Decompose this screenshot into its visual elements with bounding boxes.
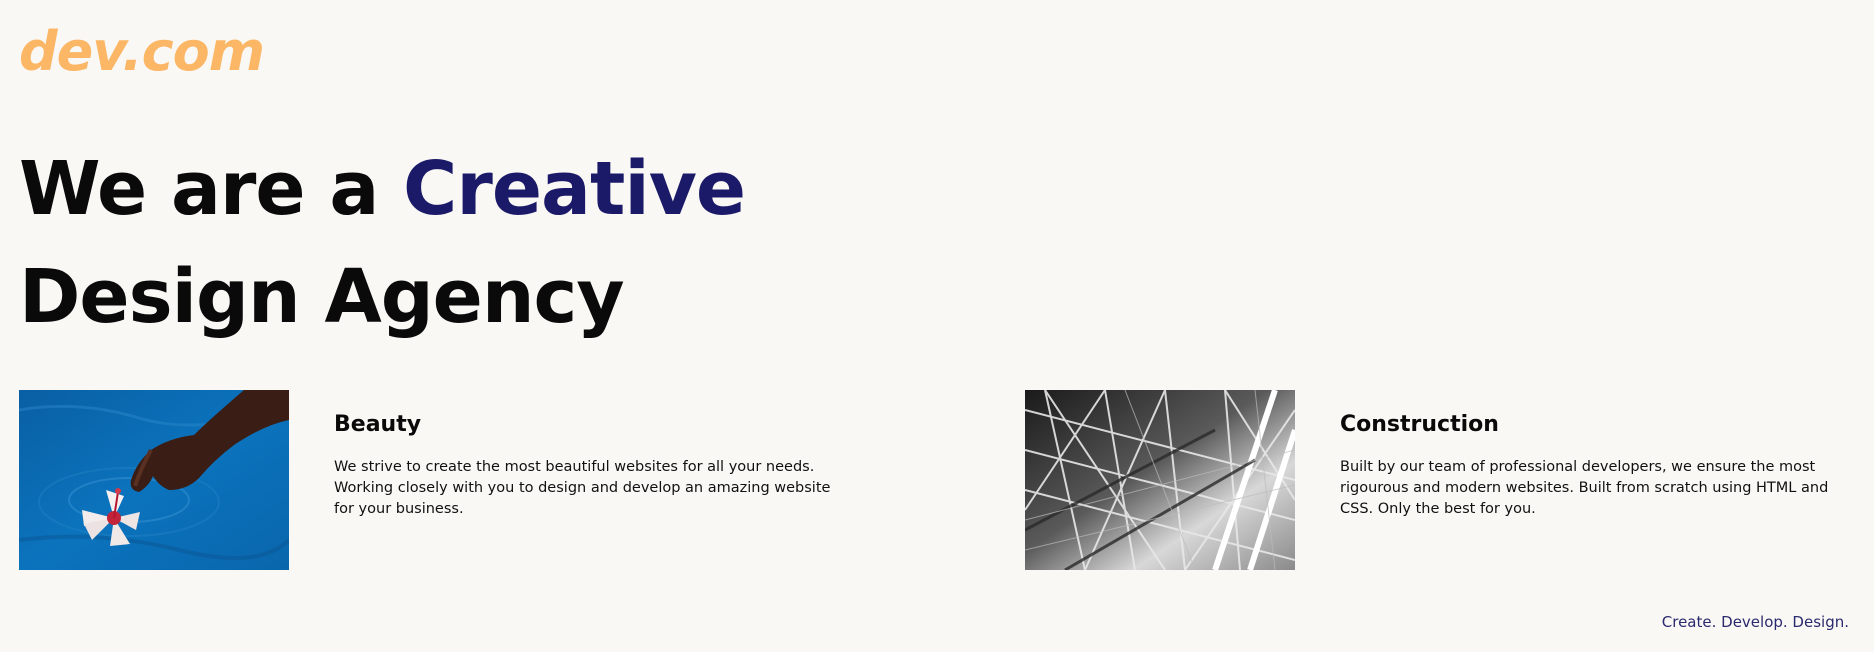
card-title: Beauty	[334, 412, 422, 437]
site-logo[interactable]: dev.com	[19, 16, 265, 88]
beauty-image	[19, 390, 289, 570]
construction-image	[1025, 390, 1295, 570]
hero-line-2: Design Agency	[19, 254, 625, 340]
hero-heading: We are a Creative Design Agency	[19, 135, 746, 351]
service-card-beauty: Beauty We strive to create the most beau…	[19, 390, 830, 570]
hero-line-1: We are a Creative	[19, 135, 746, 243]
hero-line-1-prefix: We are a	[19, 146, 379, 232]
hero-accent-word: Creative	[403, 146, 746, 232]
card-title: Construction	[1340, 412, 1499, 437]
card-description: We strive to create the most beautiful w…	[334, 459, 831, 517]
card-description: Built by our team of professional develo…	[1340, 459, 1829, 517]
footer-tagline: Create. Develop. Design.	[1661, 613, 1849, 631]
service-card-construction: Construction Built by our team of profes…	[1025, 390, 1855, 570]
